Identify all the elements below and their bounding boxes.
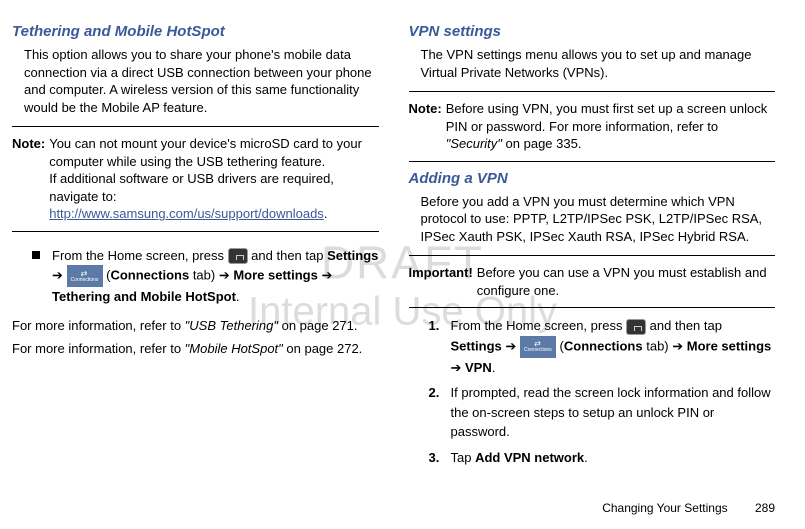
paren-open: ( — [556, 338, 564, 353]
ref-mobile-hotspot: For more information, refer to "Mobile H… — [12, 340, 379, 358]
s3-post: . — [584, 450, 588, 465]
conn-icon-label: Connections — [71, 278, 99, 283]
arrow: ➔ — [672, 338, 687, 353]
divider — [409, 161, 776, 162]
download-link[interactable]: http://www.samsung.com/us/support/downlo… — [49, 206, 324, 221]
conn-icon-label: Connections — [524, 348, 552, 353]
note-block-tethering: Note: You can not mount your device's mi… — [12, 135, 379, 223]
bullet-text: From the Home screen, press and then tap… — [52, 246, 379, 307]
note-line1: You can not mount your device's microSD … — [49, 136, 362, 169]
ref1-title: "USB Tethering" — [185, 318, 278, 333]
step-3: 3. Tap Add VPN network. — [429, 448, 776, 468]
divider — [12, 126, 379, 127]
note-text: You can not mount your device's microSD … — [49, 135, 378, 223]
settings-label: Settings — [327, 248, 378, 263]
divider — [409, 307, 776, 308]
step-2: 2. If prompted, read the screen lock inf… — [429, 383, 776, 442]
ref2-post: on page 272. — [283, 341, 363, 356]
step-1: 1. From the Home screen, press and then … — [429, 316, 776, 377]
ref2-title: "Mobile HotSpot" — [185, 341, 283, 356]
connections-tab-icon: ⇄Connections — [520, 336, 556, 358]
step-2-text: If prompted, read the screen lock inform… — [451, 383, 776, 442]
more-settings-label: More settings — [687, 338, 772, 353]
s3-pre: Tap — [451, 450, 476, 465]
ref-usb-tethering: For more information, refer to "USB Teth… — [12, 317, 379, 335]
bullet-marker-icon — [32, 251, 40, 259]
step-number: 1. — [429, 316, 451, 377]
page-columns: Tethering and Mobile HotSpot This option… — [12, 23, 775, 473]
vpn-settings-intro: The VPN settings menu allows you to set … — [421, 46, 776, 81]
ref1-pre: For more information, refer to — [12, 318, 185, 333]
arrow1: ➔ — [52, 268, 67, 283]
note-post: on page 335. — [502, 136, 582, 151]
heading-tethering: Tethering and Mobile HotSpot — [12, 23, 379, 40]
note-block-vpn: Note: Before using VPN, you must first s… — [409, 100, 776, 153]
ref2-pre: For more information, refer to — [12, 341, 185, 356]
connections-tab-label: Connections — [110, 268, 189, 283]
heading-vpn-settings: VPN settings — [409, 23, 776, 40]
note-label: Note: — [12, 135, 45, 223]
s1-mid: and then tap — [646, 318, 722, 333]
note-period: . — [324, 206, 328, 221]
note-pre: Before using VPN, you must first set up … — [446, 101, 768, 134]
note-text: Before using VPN, you must first set up … — [446, 100, 775, 153]
bullet-instruction: From the Home screen, press and then tap… — [32, 246, 379, 307]
step-number: 2. — [429, 383, 451, 442]
home-button-icon — [626, 319, 646, 335]
page-number: 289 — [755, 501, 775, 515]
arrow: ➔ — [502, 338, 520, 353]
add-vpn-network-label: Add VPN network — [475, 450, 584, 465]
tether-hotspot-label: Tethering and Mobile HotSpot — [52, 289, 236, 304]
arrow: ➔ — [451, 360, 466, 375]
footer-section-title: Changing Your Settings — [602, 501, 727, 515]
paren-close: tab) — [643, 338, 673, 353]
important-label: Important! — [409, 264, 473, 299]
heading-adding-vpn: Adding a VPN — [409, 170, 776, 187]
bullet-mid1: and then tap — [248, 248, 328, 263]
arrow2: ➔ — [219, 268, 234, 283]
note-label: Note: — [409, 100, 442, 153]
important-block: Important! Before you can use a VPN you … — [409, 264, 776, 299]
adding-vpn-intro: Before you add a VPN you must determine … — [421, 193, 776, 246]
divider — [409, 255, 776, 256]
note-ref-security: "Security" — [446, 136, 502, 151]
step-number: 3. — [429, 448, 451, 468]
step-3-text: Tap Add VPN network. — [451, 448, 776, 468]
paren-close: tab) — [189, 268, 219, 283]
settings-label: Settings — [451, 338, 502, 353]
s1-pre: From the Home screen, press — [451, 318, 627, 333]
right-column: VPN settings The VPN settings menu allow… — [409, 23, 776, 473]
period: . — [492, 360, 496, 375]
home-button-icon — [228, 248, 248, 264]
connections-tab-label: Connections — [564, 338, 643, 353]
page-footer: Changing Your Settings 289 — [602, 501, 775, 515]
divider — [409, 91, 776, 92]
bullet-pre: From the Home screen, press — [52, 248, 228, 263]
divider — [12, 231, 379, 232]
ref1-post: on page 271. — [278, 318, 358, 333]
step-1-text: From the Home screen, press and then tap… — [451, 316, 776, 377]
left-column: Tethering and Mobile HotSpot This option… — [12, 23, 379, 473]
note-line2: If additional software or USB drivers ar… — [49, 171, 334, 204]
vpn-label: VPN — [465, 360, 492, 375]
period: . — [236, 289, 240, 304]
important-text: Before you can use a VPN you must establ… — [477, 264, 775, 299]
tethering-intro: This option allows you to share your pho… — [24, 46, 379, 116]
more-settings-label: More settings — [233, 268, 318, 283]
connections-tab-icon: ⇄Connections — [67, 265, 103, 287]
arrow3: ➔ — [318, 268, 333, 283]
